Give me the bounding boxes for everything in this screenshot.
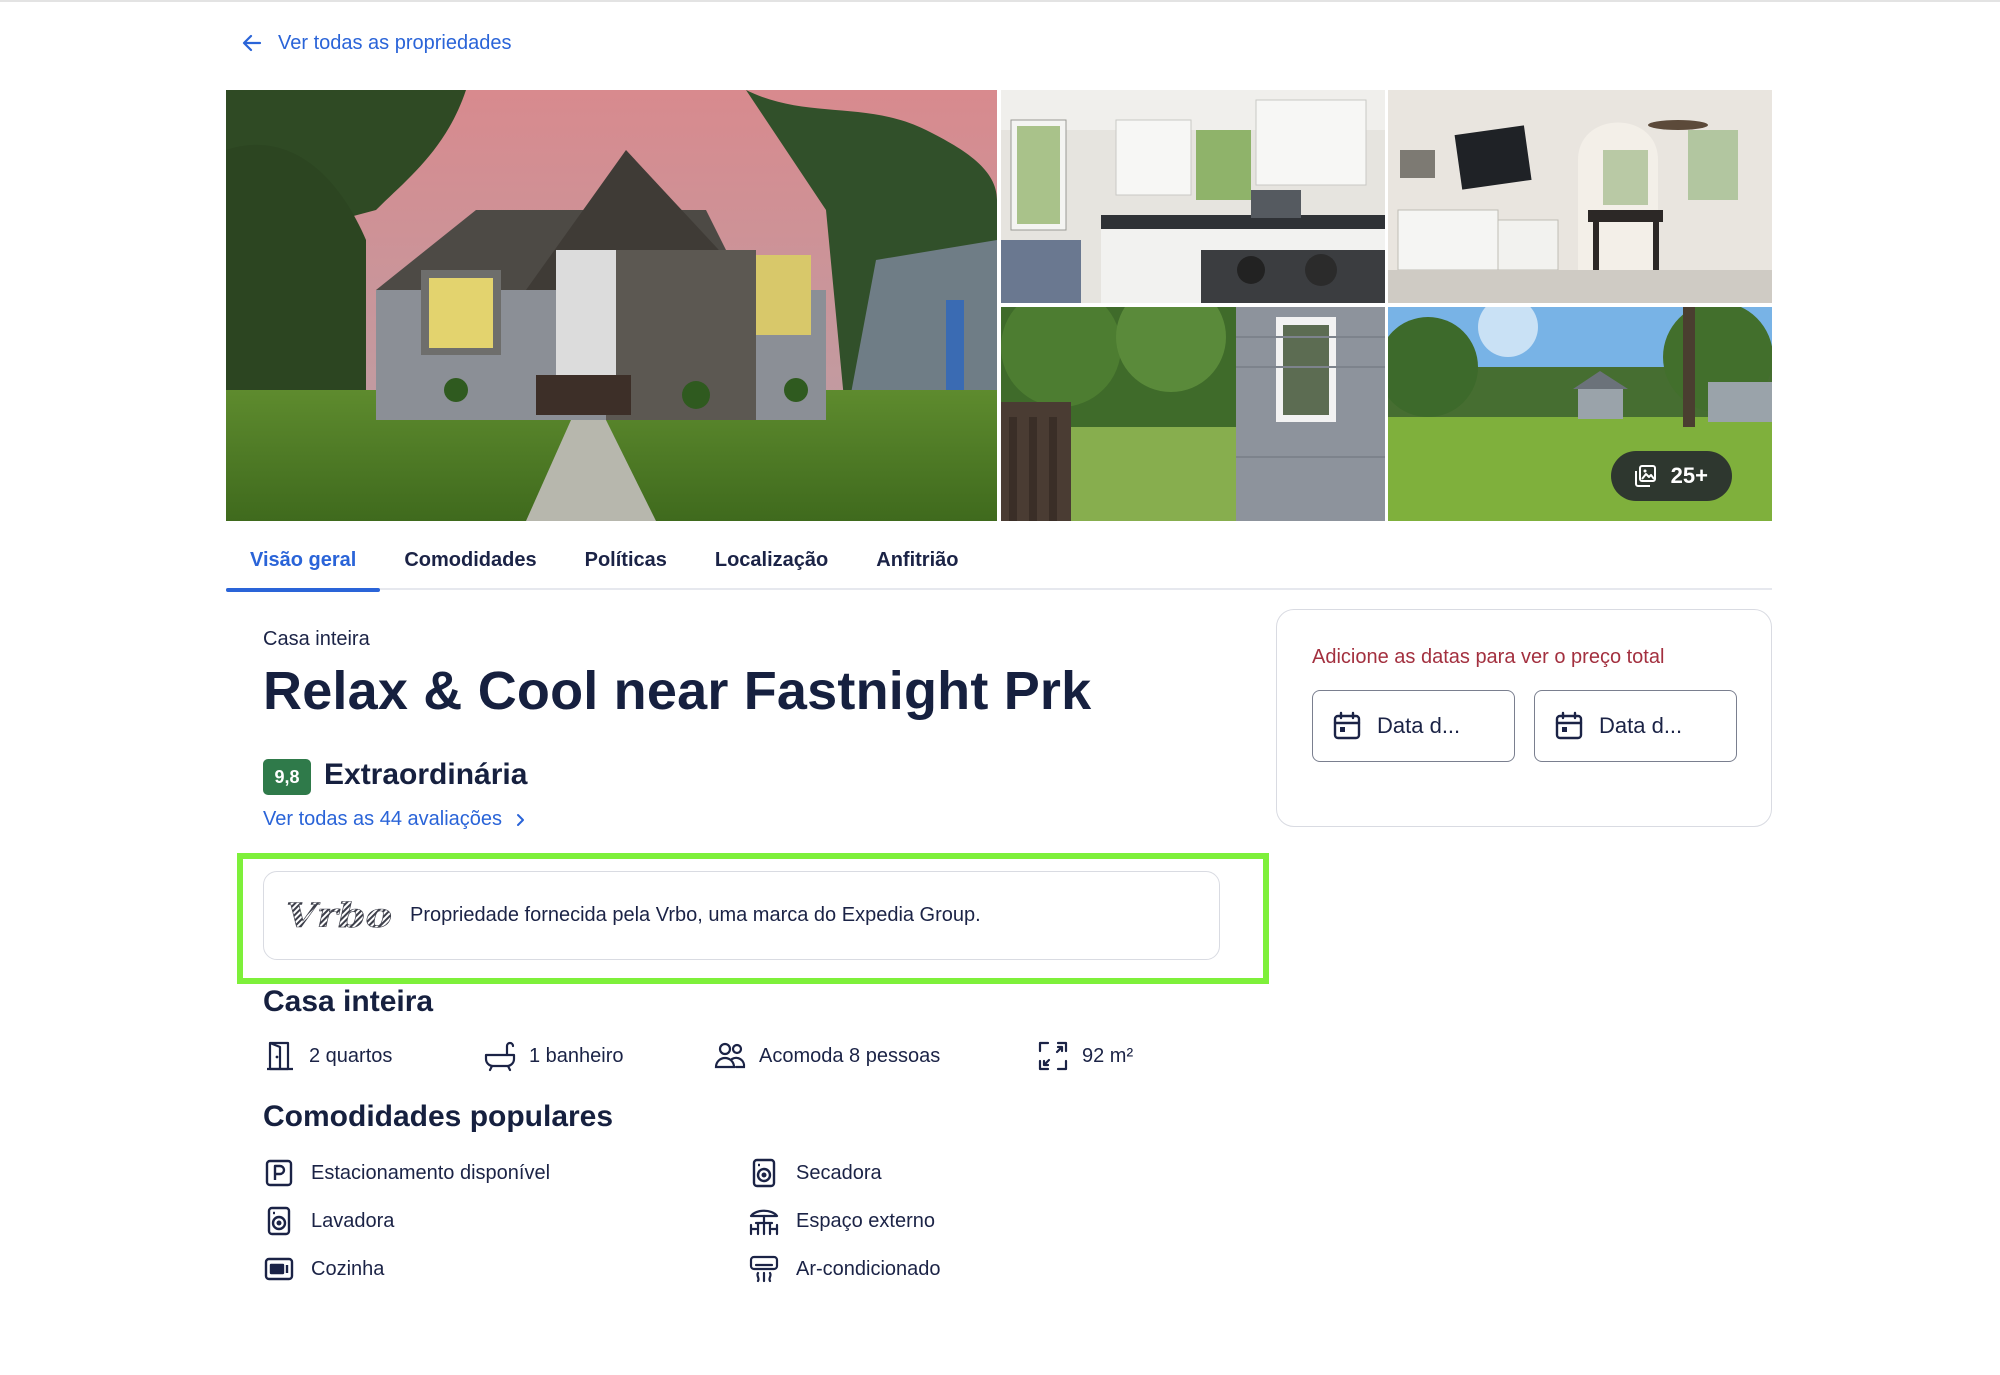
calendar-icon xyxy=(1555,711,1583,740)
expand-arrows-icon xyxy=(1038,1041,1068,1071)
fact-bathrooms: 1 banheiro xyxy=(483,1036,624,1076)
see-all-reviews-link[interactable]: Ver todas as 44 avaliações xyxy=(263,808,528,831)
arrow-left-icon xyxy=(242,34,262,52)
photo-count-label: 25+ xyxy=(1670,463,1708,488)
provider-text: Propriedade fornecida pela Vrbo, uma mar… xyxy=(410,904,981,926)
bathtub-icon xyxy=(484,1041,516,1072)
svg-text:Vrbo: Vrbo xyxy=(286,896,392,936)
fact-area: 92 m² xyxy=(1036,1036,1133,1076)
fact-bedrooms: 2 quartos xyxy=(263,1036,392,1076)
rating-label: Extraordinária xyxy=(324,758,528,791)
calendar-icon xyxy=(1333,711,1361,740)
chevron-right-icon xyxy=(517,813,525,826)
photo-kitchen[interactable] xyxy=(1001,90,1385,303)
tab-amenities[interactable]: Comodidades xyxy=(380,530,560,590)
check-out-date-button[interactable]: Data d... xyxy=(1534,690,1737,762)
photo-house-exterior[interactable] xyxy=(226,90,997,521)
check-in-label: Data d... xyxy=(1377,713,1461,738)
people-icon xyxy=(714,1042,746,1069)
show-all-photos-button[interactable]: 25+ xyxy=(1610,451,1732,501)
back-link-label: Ver todas as propriedades xyxy=(278,31,512,54)
amenity-air-conditioning: Ar-condicionado xyxy=(748,1251,941,1287)
property-title: Relax & Cool near Fastnight Prk xyxy=(263,661,1092,721)
amenity-dryer: Secadora xyxy=(748,1155,882,1191)
kitchen-icon xyxy=(264,1257,294,1281)
check-out-label: Data d... xyxy=(1599,713,1683,738)
amenity-parking: Estacionamento disponível xyxy=(263,1155,550,1191)
tab-overview[interactable]: Visão geral xyxy=(226,530,381,592)
photo-stack-icon xyxy=(1634,465,1656,487)
parking-icon xyxy=(265,1159,293,1187)
tab-location[interactable]: Localização xyxy=(691,530,852,590)
amenity-outdoor-space: Espaço externo xyxy=(748,1203,935,1239)
amenity-kitchen: Cozinha xyxy=(263,1251,384,1287)
door-icon xyxy=(267,1041,293,1071)
photo-lawn[interactable]: 25+ xyxy=(1388,307,1772,521)
property-type-label: Casa inteira xyxy=(263,628,370,650)
provider-card: Vrbo Propriedade fornecida pela Vrbo, um… xyxy=(263,871,1220,960)
check-in-date-button[interactable]: Data d... xyxy=(1312,690,1515,762)
photo-side-yard[interactable] xyxy=(1001,307,1385,521)
tab-policies[interactable]: Políticas xyxy=(561,530,691,590)
photo-living-room[interactable] xyxy=(1388,90,1772,303)
photo-gallery: 25+ xyxy=(226,90,1772,521)
top-divider xyxy=(0,0,2000,2)
price-hint: Adicione as datas para ver o preço total xyxy=(1312,646,1665,668)
dryer-icon xyxy=(752,1158,776,1188)
tab-host[interactable]: Anfitrião xyxy=(852,530,982,590)
rating-score-badge: 9,8 xyxy=(263,759,311,795)
reviews-link-label: Ver todas as 44 avaliações xyxy=(263,808,503,830)
amenity-washer: Lavadora xyxy=(263,1203,394,1239)
amenities-title: Comodidades populares xyxy=(263,1100,614,1133)
vrbo-logo: Vrbo xyxy=(286,896,393,936)
price-card: Adicione as datas para ver o preço total… xyxy=(1276,609,1772,827)
back-to-properties-link[interactable]: Ver todas as propriedades xyxy=(240,28,512,58)
section-tabs: Visão geral Comodidades Políticas Locali… xyxy=(226,530,1772,592)
air-conditioning-icon xyxy=(749,1255,779,1283)
outdoor-space-icon xyxy=(749,1209,779,1236)
summary-title: Casa inteira xyxy=(263,985,434,1018)
fact-guests: Acomoda 8 pessoas xyxy=(713,1036,940,1076)
washer-icon xyxy=(267,1206,291,1236)
